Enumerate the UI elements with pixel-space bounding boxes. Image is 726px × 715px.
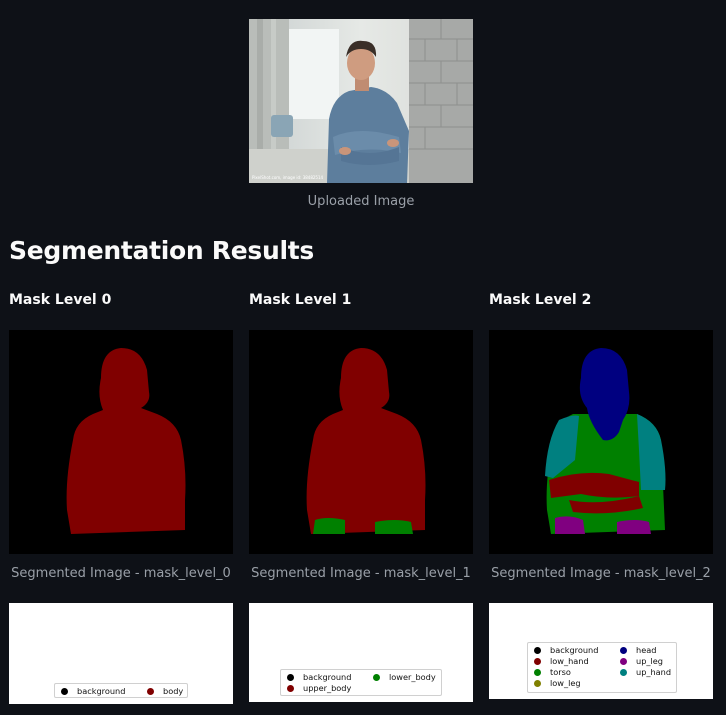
legend-marker-icon — [287, 674, 294, 681]
legend-label: up_leg — [636, 656, 663, 666]
mask-region-upper-body — [306, 348, 426, 534]
mask-image-level-2 — [489, 330, 713, 554]
mask-region-lower-body-right — [375, 520, 413, 534]
legend-panel-2: background head low_hand up_leg torso up… — [489, 603, 713, 699]
legend-label: upper_body — [303, 683, 352, 693]
legend-0: background body — [54, 683, 188, 698]
legend-item: background — [534, 645, 598, 655]
legend-label: low_leg — [550, 678, 581, 688]
mask-caption-0: Segmented Image - mask_level_0 — [11, 566, 231, 581]
legend-item: head — [620, 645, 656, 655]
legend-marker-icon — [534, 658, 541, 665]
legend-label: background — [77, 686, 126, 696]
legend-label: background — [303, 672, 352, 682]
mask-region-up-hand-right — [637, 414, 666, 490]
legend-panel-1: background lower_body upper_body — [249, 603, 473, 702]
legend-item: body — [147, 686, 183, 696]
legend-label: background — [550, 645, 599, 655]
legend-marker-icon — [620, 658, 627, 665]
legend-item: upper_body — [287, 683, 351, 693]
mask-region-up-leg-right — [617, 520, 651, 534]
legend-1: background lower_body upper_body — [280, 669, 442, 696]
legend-marker-icon — [534, 680, 541, 687]
legend-marker-icon — [620, 647, 627, 654]
legend-panel-0: background body — [9, 603, 233, 704]
app-page: PixelShot.com, image id: 38482514 Upload… — [0, 0, 726, 715]
legend-marker-icon — [620, 669, 627, 676]
watermark-text: PixelShot.com, image id: 38482514 — [252, 175, 324, 180]
legend-marker-icon — [287, 685, 294, 692]
legend-marker-icon — [147, 688, 154, 695]
legend-item: up_leg — [620, 656, 663, 666]
legend-item: background — [287, 672, 351, 682]
mask-caption-2: Segmented Image - mask_level_2 — [491, 566, 711, 581]
legend-label: body — [163, 686, 184, 696]
section-title: Segmentation Results — [9, 236, 314, 265]
mask-image-level-1 — [249, 330, 473, 554]
legend-item: lower_body — [373, 672, 436, 682]
mask-image-level-0 — [9, 330, 233, 554]
legend-label: up_hand — [636, 667, 672, 677]
legend-label: torso — [550, 667, 571, 677]
legend-item: torso — [534, 667, 571, 677]
legend-item: background — [61, 686, 125, 696]
column-heading-1: Mask Level 1 — [249, 292, 352, 308]
legend-marker-icon — [534, 647, 541, 654]
mask-region-up-leg-left — [555, 516, 585, 534]
legend-label: low_hand — [550, 656, 589, 666]
uploaded-image-caption: Uploaded Image — [307, 194, 415, 209]
mask-caption-1: Segmented Image - mask_level_1 — [251, 566, 471, 581]
legend-marker-icon — [534, 669, 541, 676]
legend-item: low_hand — [534, 656, 589, 666]
column-heading-0: Mask Level 0 — [9, 292, 112, 308]
legend-marker-icon — [61, 688, 68, 695]
legend-2: background head low_hand up_leg torso up… — [527, 642, 677, 693]
uploaded-photo: PixelShot.com, image id: 38482514 — [249, 19, 473, 183]
legend-item: low_leg — [534, 678, 581, 688]
mask-region-body — [66, 348, 186, 534]
legend-label: lower_body — [389, 672, 436, 682]
mask-region-lower-body-left — [313, 518, 345, 534]
column-heading-2: Mask Level 2 — [489, 292, 592, 308]
legend-label: head — [636, 645, 657, 655]
uploaded-image: PixelShot.com, image id: 38482514 — [249, 19, 473, 183]
legend-marker-icon — [373, 674, 380, 681]
legend-item: up_hand — [620, 667, 671, 677]
